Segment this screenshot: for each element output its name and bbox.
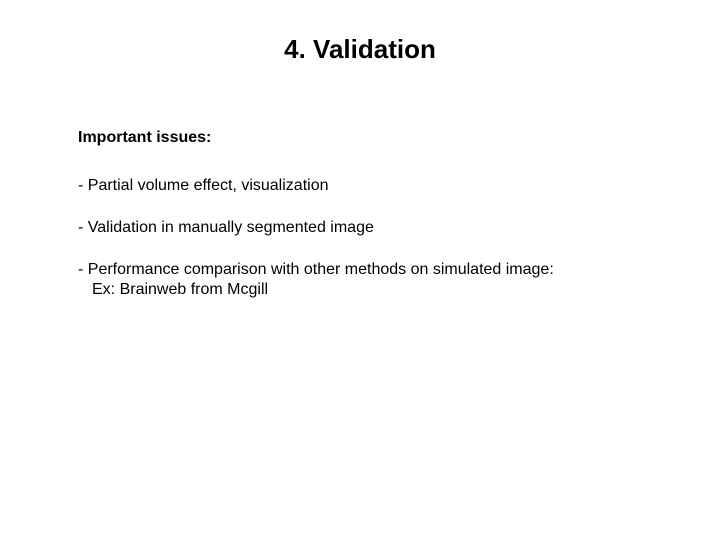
slide-title: 4. Validation: [0, 34, 720, 65]
list-item: - Partial volume effect, visualization: [78, 176, 658, 196]
slide-body: Important issues: - Partial volume effec…: [78, 128, 658, 322]
list-item-text: - Validation in manually segmented image: [78, 218, 658, 238]
list-item: - Validation in manually segmented image: [78, 218, 658, 238]
list-item-subtext: Ex: Brainweb from Mcgill: [78, 280, 658, 300]
list-item-text: - Partial volume effect, visualization: [78, 176, 658, 196]
subhead: Important issues:: [78, 128, 658, 148]
list-item: - Performance comparison with other meth…: [78, 260, 658, 300]
slide: 4. Validation Important issues: - Partia…: [0, 0, 720, 540]
list-item-text: - Performance comparison with other meth…: [78, 260, 658, 280]
